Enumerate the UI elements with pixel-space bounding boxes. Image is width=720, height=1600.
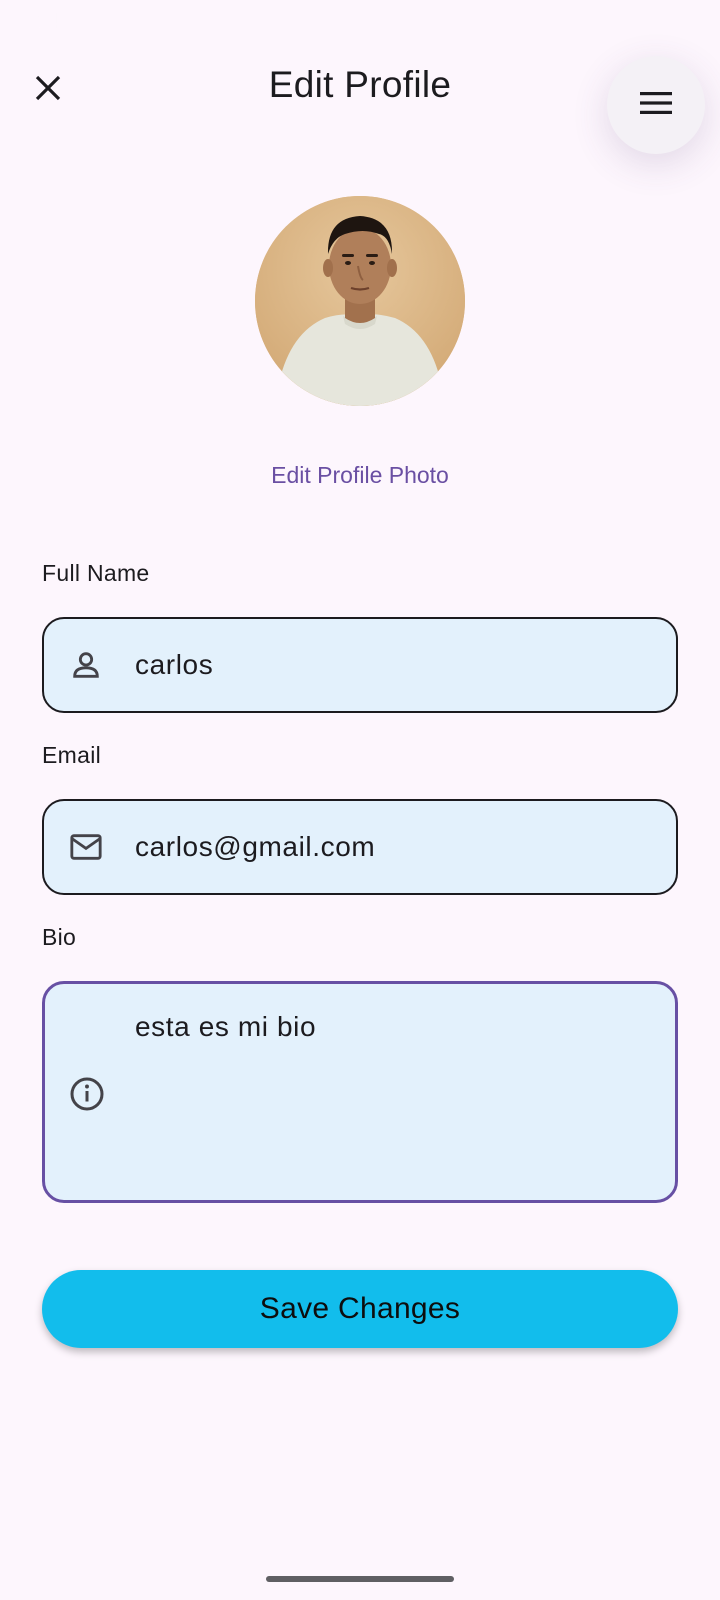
signal-icon	[639, 9, 662, 32]
do-not-disturb-icon	[159, 10, 181, 32]
menu-icon	[639, 90, 673, 121]
battery-icon	[670, 10, 692, 34]
status-bar-right	[610, 9, 692, 34]
profile-avatar[interactable]	[255, 196, 465, 406]
dot-icon	[231, 10, 253, 32]
avatar-portrait	[255, 196, 465, 406]
info-icon	[67, 1074, 107, 1114]
mail-icon	[66, 827, 106, 867]
bio-label: Bio	[42, 924, 77, 950]
bio-input[interactable]: esta es mi bio	[135, 1011, 316, 1043]
menu-button[interactable]	[607, 56, 705, 154]
full-name-field[interactable]: carlos	[42, 617, 678, 713]
settings-icon	[123, 10, 145, 32]
sim-card-icon	[195, 10, 217, 32]
bio-field[interactable]: esta es mi bio	[42, 981, 678, 1203]
email-label: Email	[42, 742, 102, 768]
save-changes-button[interactable]: Save Changes	[42, 1270, 678, 1348]
status-bar-left: 2:47	[28, 8, 253, 34]
full-name-input[interactable]: carlos	[135, 649, 213, 681]
email-field[interactable]: carlos@gmail.com	[42, 799, 678, 895]
email-input[interactable]: carlos@gmail.com	[135, 831, 375, 863]
alert-circle-icon	[87, 10, 109, 32]
wifi-icon	[610, 10, 633, 32]
status-bar: 2:47	[0, 0, 720, 42]
full-name-label: Full Name	[42, 560, 150, 586]
status-time: 2:47	[28, 8, 73, 33]
home-indicator[interactable]	[266, 1576, 454, 1582]
edit-profile-photo-link[interactable]: Edit Profile Photo	[0, 462, 720, 489]
person-icon	[66, 645, 106, 685]
